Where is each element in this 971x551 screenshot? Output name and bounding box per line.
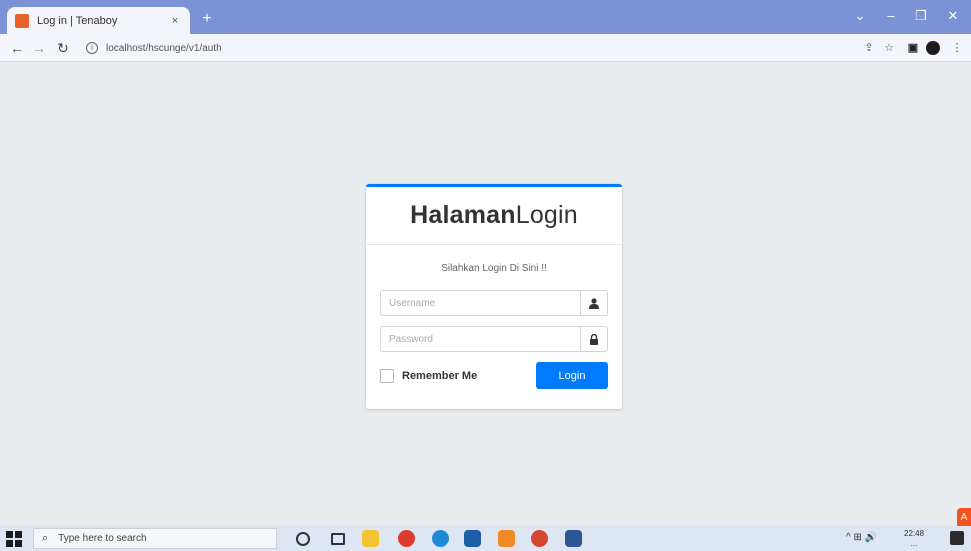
title-bold: Halaman <box>410 201 516 229</box>
taskbar-search[interactable]: ⌕ Type here to search <box>33 528 277 549</box>
close-window-icon[interactable]: ✕ <box>938 6 968 26</box>
page-title: HalamanLogin <box>366 201 622 230</box>
remember-me: Remember Me <box>380 368 478 383</box>
word-icon[interactable] <box>565 530 582 547</box>
clock-time: 22:48 <box>904 529 925 538</box>
edge-icon[interactable] <box>432 530 449 547</box>
reload-icon[interactable]: ↻ <box>54 39 72 57</box>
maximize-icon[interactable]: ❐ <box>906 6 936 26</box>
login-button[interactable]: Login <box>536 362 608 389</box>
username-group <box>380 290 608 316</box>
notification-icon[interactable] <box>950 531 964 545</box>
search-icon: ⌕ <box>42 532 49 544</box>
clock-date: ... <box>910 539 918 548</box>
back-icon[interactable]: ← <box>8 39 26 57</box>
browser-titlebar: Log in | Tenaboy × + ⌄ – ❐ ✕ <box>0 0 971 34</box>
tab-search-icon[interactable]: ⌄ <box>845 6 875 26</box>
floating-badge-icon[interactable]: A <box>957 508 971 528</box>
menu-icon[interactable]: ⋮ <box>950 41 964 55</box>
app-icon[interactable] <box>498 530 515 547</box>
profile-icon[interactable] <box>926 41 940 55</box>
task-view-icon[interactable] <box>331 533 345 545</box>
browser-tab[interactable]: Log in | Tenaboy × <box>7 7 190 34</box>
new-tab-button[interactable]: + <box>197 10 217 28</box>
user-icon <box>580 290 608 316</box>
store-icon[interactable] <box>464 530 481 547</box>
system-tray[interactable]: ^ ⊞ 🔊 <box>846 532 877 543</box>
lock-icon <box>580 326 608 352</box>
login-card: HalamanLogin Silahkan Login Di Sini !! R… <box>366 184 622 409</box>
card-body: Silahkan Login Di Sini !! Remember Me Lo… <box>366 245 622 389</box>
cortana-icon[interactable] <box>296 532 310 546</box>
address-bar[interactable]: i localhost/hscunge/v1/auth <box>80 38 850 58</box>
forward-icon[interactable]: → <box>30 39 48 57</box>
file-explorer-icon[interactable] <box>362 530 379 547</box>
form-actions: Remember Me Login <box>380 362 608 389</box>
info-icon[interactable]: i <box>86 42 98 54</box>
star-icon[interactable]: ☆ <box>882 41 896 55</box>
chrome-alt-icon[interactable] <box>531 530 548 547</box>
title-regular: Login <box>515 201 578 229</box>
taskbar: ⌕ Type here to search ^ ⊞ 🔊 22:48 ... <box>0 526 971 551</box>
username-input[interactable] <box>380 290 580 316</box>
tab-title: Log in | Tenaboy <box>37 14 118 27</box>
password-input[interactable] <box>380 326 580 352</box>
share-icon[interactable]: ⇪ <box>862 41 876 55</box>
taskbar-clock[interactable]: 22:48 ... <box>904 529 924 549</box>
minimize-icon[interactable]: – <box>876 6 906 26</box>
remember-checkbox[interactable] <box>380 368 394 383</box>
search-placeholder: Type here to search <box>58 533 147 544</box>
browser-toolbar: ← → ↻ i localhost/hscunge/v1/auth ⇪ ☆ ▣ … <box>0 34 971 62</box>
chrome-icon[interactable] <box>398 530 415 547</box>
url-text: localhost/hscunge/v1/auth <box>106 42 222 54</box>
tab-close-icon[interactable]: × <box>168 15 182 27</box>
remember-label: Remember Me <box>402 369 478 382</box>
password-group <box>380 326 608 352</box>
extension-icon[interactable]: ▣ <box>906 41 920 55</box>
tab-favicon-icon <box>15 13 29 28</box>
login-message: Silahkan Login Di Sini !! <box>441 263 547 274</box>
windows-start-icon[interactable] <box>6 531 22 547</box>
card-header: HalamanLogin <box>366 187 622 245</box>
